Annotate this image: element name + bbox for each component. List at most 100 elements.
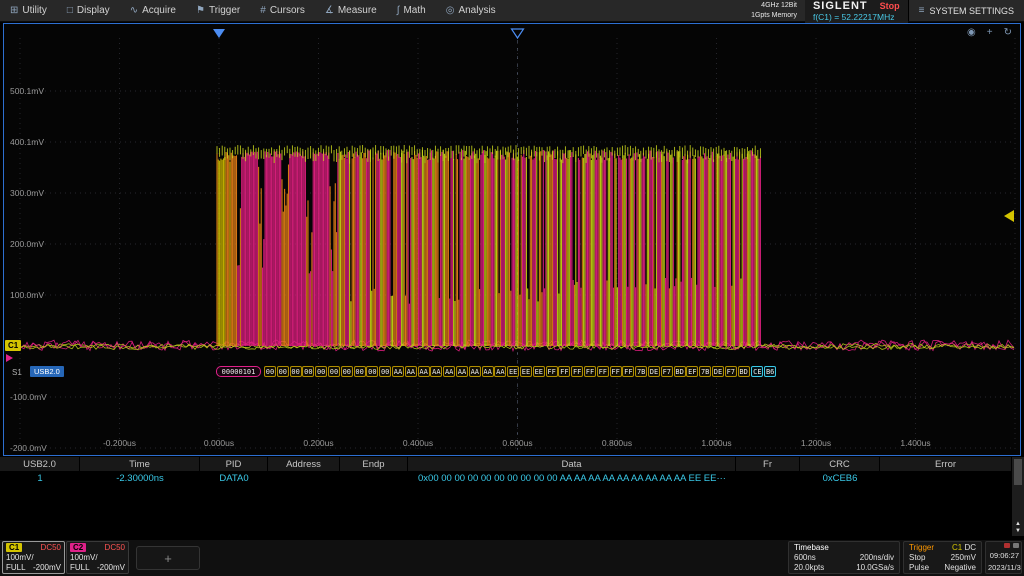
timebase-panel[interactable]: Timebase 600ns 200ns/div 20.0kpts 10.0GS… (788, 541, 900, 574)
decode-byte-box: 00 (302, 366, 314, 377)
siglent-logo: SIGLENT (813, 0, 868, 12)
c1-level-badge[interactable]: C1 (5, 340, 21, 351)
table-data-cell: 1 (0, 471, 80, 485)
decode-table[interactable]: USB2.0TimePIDAddressEndpDataFrCRCError 1… (0, 457, 1012, 536)
camera-icon[interactable]: ◉ (967, 27, 976, 38)
crosshair-icon[interactable]: + (987, 27, 993, 38)
decode-byte-box: AA (418, 366, 430, 377)
h-axis-label: 0.000us (189, 438, 249, 448)
trigger-source: C1 DC (952, 543, 976, 552)
trigger-level: 250mV (951, 553, 976, 562)
decode-byte-box: 00 (341, 366, 353, 377)
cursors-icon: # (260, 5, 266, 16)
datetime-panel[interactable]: 09:06:27 2023/11/3 (985, 541, 1022, 574)
table-data-cell (736, 471, 800, 485)
decode-byte-box: 00 (366, 366, 378, 377)
table-header-cell: PID (200, 457, 268, 471)
channel-coupling: DC50 (41, 543, 61, 552)
table-data-cell (880, 471, 1012, 485)
waveform-display[interactable]: ◉ + ↻ C1 S1 USB2.0 500.1mV400.1mV300.0mV… (3, 23, 1021, 456)
usb-icon (1013, 543, 1019, 548)
decode-byte-box: 00 (354, 366, 366, 377)
channel-bandwidth: FULL (70, 563, 90, 572)
decode-byte-box: EE (533, 366, 545, 377)
decode-byte-box: 00 (264, 366, 276, 377)
utility-icon: ⊞ (10, 5, 18, 16)
decode-byte-box: EF (686, 366, 698, 377)
decode-byte-box: FF (610, 366, 622, 377)
decode-byte-box: 00 (315, 366, 327, 377)
table-scrollbar[interactable]: ▲ ▼ (1012, 457, 1024, 536)
decode-table-header: USB2.0TimePIDAddressEndpDataFrCRCError (0, 457, 1012, 471)
menu-item-utility[interactable]: ⊞Utility (0, 0, 57, 21)
scope-spec-info: 4GHz 12Bit 1Gpts Memory (751, 1, 797, 20)
add-channel-button[interactable]: + (136, 546, 200, 570)
table-header-cell: Error (880, 457, 1012, 471)
menu-item-label: Acquire (142, 5, 176, 16)
channel-bandwidth: FULL (6, 563, 26, 572)
trigger-position-marker[interactable] (213, 29, 225, 38)
channel-coupling: DC50 (105, 543, 125, 552)
menu-item-trigger[interactable]: ⚑Trigger (186, 0, 250, 21)
menu-item-acquire[interactable]: ∿Acquire (120, 0, 186, 21)
spec-line2: 1Gpts Memory (751, 11, 797, 20)
decode-byte-box: F7 (725, 366, 737, 377)
decode-byte-box: AA (443, 366, 455, 377)
display-icon: □ (67, 5, 73, 16)
refresh-icon[interactable]: ↻ (1004, 27, 1012, 38)
trigger-type: Pulse (909, 563, 929, 572)
trigger-mode: Stop (909, 553, 925, 562)
menu-item-display[interactable]: □Display (57, 0, 120, 21)
menu-item-cursors[interactable]: #Cursors (250, 0, 315, 21)
decode-byte-box: 7B (635, 366, 647, 377)
decode-byte-box: AA (482, 366, 494, 377)
timebase-title: Timebase (794, 543, 829, 552)
trigger-source-channel: C1 (952, 543, 962, 552)
menu-item-label: Math (403, 5, 425, 16)
h-axis-label: 1.000us (687, 438, 747, 448)
channel-badge: C2 (70, 543, 86, 552)
decode-sync-box: 00000101 (216, 366, 261, 377)
trigger-panel[interactable]: Trigger C1 DC Stop 250mV Pulse Negative (903, 541, 982, 574)
trigger-slope: Negative (944, 563, 976, 572)
decode-byte-box: AA (469, 366, 481, 377)
h-axis-label: 0.400us (388, 438, 448, 448)
table-data-cell (340, 471, 408, 485)
decode-bus-type-badge[interactable]: USB2.0 (30, 366, 64, 377)
decode-byte-box: BD (738, 366, 750, 377)
v-axis-label: 300.0mV (10, 188, 44, 198)
channel-box-c2[interactable]: C2DC50100mV/FULL-200mV (66, 541, 129, 574)
analysis-icon: ◎ (446, 5, 455, 16)
system-settings-button[interactable]: ≡ SYSTEM SETTINGS (908, 0, 1024, 21)
menu-item-math[interactable]: ∫Math (387, 0, 436, 21)
c2-level-marker[interactable] (6, 354, 13, 362)
decode-byte-box: AA (405, 366, 417, 377)
delay-reference-marker[interactable] (512, 29, 524, 38)
channel-box-c1[interactable]: C1DC50100mV/FULL-200mV (2, 541, 65, 574)
status-led-icon (1004, 543, 1010, 548)
table-data-cell: DATA0 (200, 471, 268, 485)
decode-byte-box: FF (546, 366, 558, 377)
decode-byte-box: 00 (277, 366, 289, 377)
hamburger-icon: ≡ (919, 5, 925, 16)
decode-byte-box: BD (674, 366, 686, 377)
h-axis-label: 0.800us (587, 438, 647, 448)
decode-byte-box: 7B (699, 366, 711, 377)
v-axis-label: 500.1mV (10, 86, 44, 96)
spec-line1: 4GHz 12Bit (751, 1, 797, 10)
menu-item-measure[interactable]: ∡Measure (315, 0, 387, 21)
scroll-up-icon[interactable]: ▲ (1012, 521, 1024, 528)
table-header-cell: Endp (340, 457, 408, 471)
v-axis-label: -200.0mV (10, 443, 47, 453)
clock-date: 2023/11/3 (988, 563, 1019, 572)
decode-crc-box: B6 (764, 366, 776, 377)
scrollbar-thumb[interactable] (1014, 459, 1022, 485)
trigger-level-marker[interactable] (1004, 210, 1014, 222)
v-axis-label: 200.0mV (10, 239, 44, 249)
table-data-cell (268, 471, 340, 485)
v-axis-label: 100.0mV (10, 290, 44, 300)
decode-table-row[interactable]: 1-2.30000nsDATA00x00 00 00 00 00 00 00 0… (0, 471, 1012, 485)
menu-item-analysis[interactable]: ◎Analysis (436, 0, 506, 21)
decode-byte-box: FF (571, 366, 583, 377)
scroll-down-icon[interactable]: ▼ (1012, 528, 1024, 535)
